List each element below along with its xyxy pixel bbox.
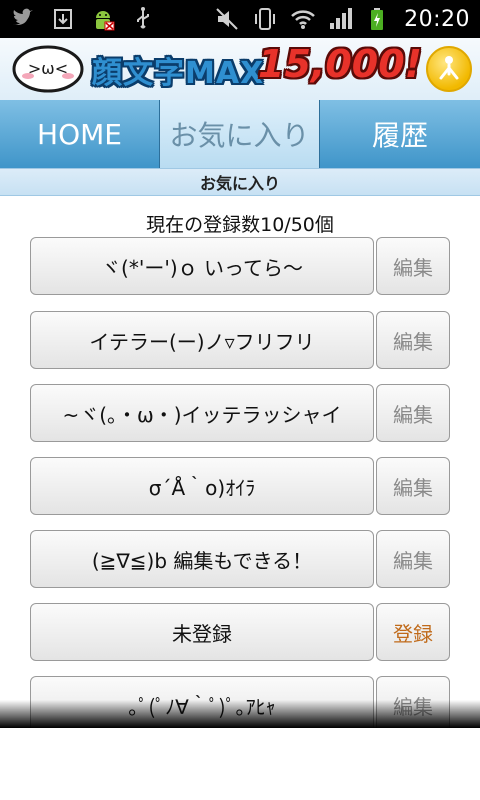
status-icons-right: 20:20 xyxy=(214,6,470,32)
edit-button[interactable]: 編集 xyxy=(376,311,450,369)
scroll-fade xyxy=(0,700,480,728)
list-item: イテラー(ー)ノ▿フリフリ 編集 xyxy=(30,311,450,369)
list-item: ~ヾ(。・ω・)イッテラッシャイ 編集 xyxy=(30,384,450,442)
usb-icon xyxy=(130,6,156,32)
battery-icon xyxy=(366,6,392,32)
edit-button[interactable]: 編集 xyxy=(376,457,450,515)
kaomoji-button[interactable]: ~ヾ(。・ω・)イッテラッシャイ xyxy=(30,384,374,442)
status-bar: 20:20 xyxy=(0,0,480,38)
vibrate-icon xyxy=(252,6,278,32)
tab-favorites[interactable]: お気に入り xyxy=(160,100,320,168)
mute-icon xyxy=(214,6,240,32)
kaomoji-button[interactable]: ヾ(*'ー')ｏ いってら〜 xyxy=(30,237,374,295)
share-button[interactable] xyxy=(426,46,472,92)
kaomoji-button[interactable]: (≧∇≦)b 編集もできる！ xyxy=(30,530,374,588)
tab-history[interactable]: 履歴 xyxy=(320,100,480,168)
kaomoji-button[interactable]: 未登録 xyxy=(30,603,374,661)
download-icon xyxy=(50,6,76,32)
edit-button[interactable]: 編集 xyxy=(376,384,450,442)
mascot-face-text: >ω< xyxy=(28,59,68,78)
list-item: 未登録 登録 xyxy=(30,603,450,661)
list-item: σ´Å｀o)ｵｲﾗ 編集 xyxy=(30,457,450,515)
mascot-face-icon: >ω< xyxy=(12,45,84,93)
edit-button[interactable]: 編集 xyxy=(376,530,450,588)
android-robot-icon xyxy=(90,6,116,32)
registration-count: 現在の登録数10/50個 xyxy=(146,214,334,236)
signal-icon xyxy=(328,6,354,32)
twitter-icon xyxy=(10,6,36,32)
section-title: お気に入り xyxy=(0,168,480,196)
tab-bar: HOME お気に入り 履歴 xyxy=(0,100,480,168)
edit-button[interactable]: 編集 xyxy=(376,237,450,295)
tab-home[interactable]: HOME xyxy=(0,100,160,168)
register-button[interactable]: 登録 xyxy=(376,603,450,661)
list-item: ヾ(*'ー')ｏ いってら〜 編集 xyxy=(30,237,450,295)
status-time: 20:20 xyxy=(404,6,470,32)
ad-area xyxy=(0,728,480,800)
share-icon xyxy=(439,56,459,80)
app-logo-count: 15,000! xyxy=(258,42,422,86)
app-header: >ω< 顔文字MAX 15,000! xyxy=(0,38,480,101)
status-icons-left xyxy=(10,6,156,32)
kaomoji-button[interactable]: σ´Å｀o)ｵｲﾗ xyxy=(30,457,374,515)
list-item: (≧∇≦)b 編集もできる！ 編集 xyxy=(30,530,450,588)
app-logo: 顔文字MAX xyxy=(92,56,265,91)
kaomoji-button[interactable]: イテラー(ー)ノ▿フリフリ xyxy=(30,311,374,369)
wifi-icon xyxy=(290,6,316,32)
